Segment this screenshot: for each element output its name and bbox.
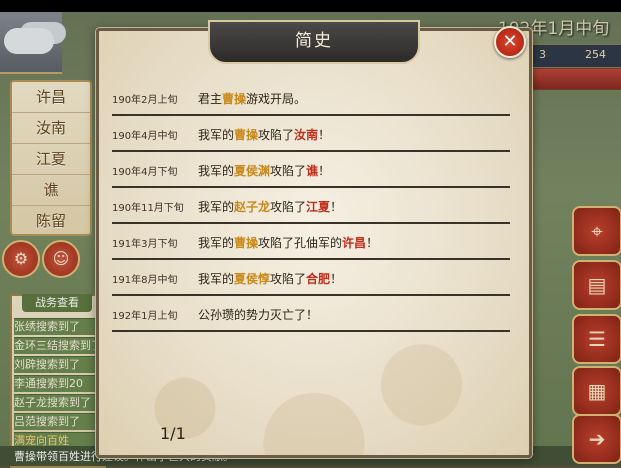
entry-date: 190年11月下旬 [112,203,184,214]
entry-text: 我军的 [198,272,235,286]
entry-text: 游戏开局。 [246,92,307,106]
general-name: 曹操 [234,128,259,142]
entry-text: ！ [318,128,331,142]
city-name: 许昌 [342,236,367,250]
city-name: 汝南 [294,128,319,142]
entry-text: 攻陷了孔伷军的 [258,236,343,250]
general-name: 夏侯渊 [234,164,271,178]
general-name: 夏侯惇 [234,272,271,286]
entry-date: 192年1月上旬 [112,311,178,322]
city-name: 江夏 [306,200,331,214]
entry-text: 我军的 [198,236,235,250]
status-bar [0,0,621,12]
dialog-title: 简史 [208,20,420,64]
entry-text: 攻陷了 [270,200,307,214]
general-name: 曹操 [234,236,259,250]
entry-text: 君主 [198,92,223,106]
entry-date: 191年3月下旬 [112,239,178,250]
entry-date: 190年2月上旬 [112,95,178,106]
city-name: 合肥 [306,272,331,286]
close-icon: ✕ [502,31,518,52]
entry-text: ！ [330,272,343,286]
history-entry: 190年4月下旬 我军的夏侯渊攻陷了谯！ [112,162,510,188]
entry-text: 攻陷了 [258,128,295,142]
history-entry: 190年4月中旬 我军的曹操攻陷了汝南！ [112,126,510,152]
entry-text: ！ [330,200,343,214]
entry-date: 191年8月中旬 [112,275,178,286]
entry-date: 190年4月下旬 [112,167,178,178]
history-entry: 191年3月下旬 我军的曹操攻陷了孔伷军的许昌！ [112,234,510,260]
history-entry: 191年8月中旬 我军的夏侯惇攻陷了合肥！ [112,270,510,296]
entry-text: 我军的 [198,164,235,178]
entry-text: 我军的 [198,128,235,142]
entry-text: ！ [318,164,331,178]
general-name: 曹操 [222,92,247,106]
city-name: 谯 [306,164,319,178]
entry-text: ！ [366,236,379,250]
close-button[interactable]: ✕ [494,26,526,58]
entry-text: 攻陷了 [270,272,307,286]
page-indicator: 1/1 [160,424,186,443]
entry-text: 攻陷了 [270,164,307,178]
entry-text: 公孙瓒的势力灭亡了！ [198,308,319,322]
general-name: 赵子龙 [234,200,271,214]
history-entry: 190年11月下旬 我军的赵子龙攻陷了江夏！ [112,198,510,224]
history-entry: 192年1月上旬 公孙瓒的势力灭亡了！ [112,306,510,332]
entry-text: 我军的 [198,200,235,214]
entry-date: 190年4月中旬 [112,131,178,142]
history-entry: 190年2月上旬 君主曹操游戏开局。 [112,90,510,116]
